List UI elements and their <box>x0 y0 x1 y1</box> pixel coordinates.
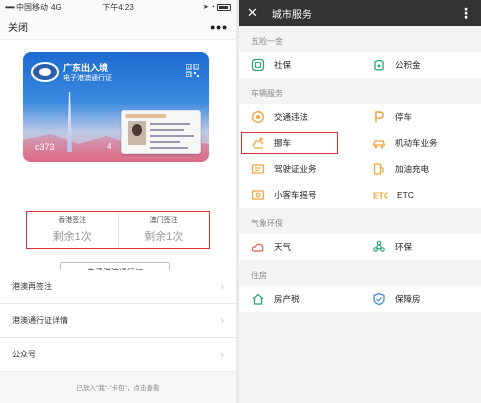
hongkong-endorsement-label: 香港签注 <box>58 217 87 224</box>
service-label: 机动车业务 <box>395 138 438 148</box>
list-item-label: 港澳再签注 <box>12 282 52 291</box>
service-vehicle-business[interactable]: 机动车业务 <box>360 130 481 156</box>
id-line <box>150 129 184 131</box>
service-label: 保障房 <box>395 294 421 304</box>
section-title-vehicle: 车辆服务 <box>251 88 283 98</box>
id-photo <box>128 121 146 145</box>
weather-icon <box>251 243 264 252</box>
service-provident-fund[interactable]: 公积金 <box>360 52 481 78</box>
card-area: 广东出入境 电子港澳通行证 c373 4 香港签注 剩余1次 澳门签注 剩余1次 <box>0 40 236 282</box>
service-label: ETC <box>397 190 414 200</box>
vehicle-business-icon <box>372 140 386 149</box>
service-parking[interactable]: 停车 <box>360 104 481 130</box>
qr-code-icon[interactable] <box>186 64 199 77</box>
environment-icon <box>373 240 385 252</box>
service-social-security[interactable]: 社保 <box>239 52 360 78</box>
close-button[interactable]: 关闭 <box>8 19 28 34</box>
list-item-official-account[interactable]: 公众号 › <box>0 338 236 372</box>
service-label: 房产税 <box>274 294 300 304</box>
service-label: 驾驶证业务 <box>274 164 317 174</box>
list-item-label: 公众号 <box>12 350 36 359</box>
id-line <box>150 123 190 125</box>
clock: 下午4:23 <box>102 3 134 12</box>
driver-license-icon <box>251 164 265 174</box>
list-item-reendorse[interactable]: 港澳再签注 › <box>0 270 236 304</box>
section-title-insurance: 五险一金 <box>251 36 283 46</box>
page-title: 城市服务 <box>271 9 312 21</box>
chevron-right-icon: › <box>220 280 224 293</box>
more-options-icon[interactable]: ⋮ <box>459 5 473 22</box>
service-label: 公积金 <box>395 60 421 70</box>
id-card-header <box>126 114 166 118</box>
id-line <box>150 135 194 137</box>
more-menu-button[interactable]: ••• <box>210 19 228 35</box>
section-title-housing: 住房 <box>251 270 267 280</box>
section-grid-housing: 房产税 保障房 <box>239 286 481 312</box>
macau-endorsement-remaining: 剩余1次 <box>144 231 184 243</box>
left-screen: ••••• 中国移动 4G 下午4:23 ➤ ◔ 关闭 ••• 广东出入境 电子… <box>0 0 236 403</box>
service-environment[interactable]: 环保 <box>360 234 481 260</box>
section-grid-insurance: 社保 公积金 <box>239 52 481 78</box>
service-label: 加油充电 <box>395 164 430 174</box>
service-car-lottery[interactable]: 小客车摇号 <box>239 182 360 208</box>
service-label: 社保 <box>274 60 292 70</box>
menu-list: 港澳再签注 › 港澳通行证详情 › 公众号 › <box>0 270 236 372</box>
list-item-permit-details[interactable]: 港澳通行证详情 › <box>0 304 236 338</box>
id-line <box>150 141 180 143</box>
eep-card[interactable]: 广东出入境 电子港澳通行证 c373 4 <box>23 52 209 162</box>
card-wallet-hint[interactable]: 已放入"我"-"卡包"，点击查看 <box>0 382 236 392</box>
service-driver-license[interactable]: 驾驶证业务 <box>239 156 360 182</box>
fuel-charge-icon <box>373 163 384 175</box>
status-bar: ••••• 中国移动 4G 下午4:23 ➤ ◔ <box>0 0 236 14</box>
service-label: 环保 <box>395 242 413 252</box>
card-number: c373 <box>35 142 55 152</box>
hongkong-endorsement[interactable]: 香港签注 剩余1次 <box>27 212 118 248</box>
svg-text:ETC: ETC <box>373 191 388 201</box>
affordable-housing-icon <box>373 292 385 306</box>
chevron-right-icon: › <box>220 314 224 327</box>
card-number-suffix: 4 <box>107 142 112 151</box>
service-label: 交通违法 <box>274 112 309 122</box>
service-etc[interactable]: ETC ETC <box>360 182 481 208</box>
service-weather[interactable]: 天气 <box>239 234 360 260</box>
emblem-icon <box>31 62 59 82</box>
canton-tower-illustration <box>67 92 72 152</box>
chevron-right-icon: › <box>220 348 224 361</box>
service-fuel-charge[interactable]: 加油充电 <box>360 156 481 182</box>
card-subtitle: 电子港澳通行证 <box>63 75 112 82</box>
service-label: 小客车摇号 <box>274 190 317 200</box>
property-tax-icon <box>252 293 264 305</box>
section-grid-weather: 天气 环保 <box>239 234 481 260</box>
id-line <box>150 147 188 149</box>
provident-fund-icon <box>374 59 384 71</box>
parking-icon <box>375 111 384 122</box>
section-grid-vehicle: 交通违法 停车 挪车 机动车业务 驾驶证业务 加油充电 小客车摇号 ETC ET… <box>239 104 481 208</box>
car-lottery-icon <box>251 190 265 200</box>
city-services-header: ✕ 城市服务 ⋮ <box>239 0 481 26</box>
service-affordable-housing[interactable]: 保障房 <box>360 286 481 312</box>
social-security-icon <box>251 58 265 72</box>
service-traffic-violation[interactable]: 交通违法 <box>239 104 360 130</box>
close-icon[interactable]: ✕ <box>247 5 258 21</box>
etc-icon: ETC <box>373 191 388 201</box>
right-screen: ✕ 城市服务 ⋮ 五险一金 社保 公积金 车辆服务 交通违法 停车 挪车 机动车… <box>239 0 481 403</box>
battery-icon <box>217 3 231 11</box>
macau-endorsement[interactable]: 澳门签注 剩余1次 <box>117 212 210 248</box>
service-label: 天气 <box>274 242 292 252</box>
service-label: 停车 <box>395 112 413 122</box>
hongkong-endorsement-remaining: 剩余1次 <box>52 231 92 243</box>
macau-endorsement-label: 澳门签注 <box>149 217 178 224</box>
traffic-violation-icon <box>252 111 264 123</box>
list-item-label: 港澳通行证详情 <box>12 316 68 325</box>
nav-bar: 关闭 ••• <box>0 14 236 40</box>
move-car-highlight <box>241 132 338 154</box>
service-property-tax[interactable]: 房产税 <box>239 286 360 312</box>
id-card-illustration <box>121 110 201 154</box>
section-title-weather: 气象环保 <box>251 218 283 228</box>
endorsement-quota-box: 香港签注 剩余1次 澳门签注 剩余1次 <box>26 211 210 249</box>
